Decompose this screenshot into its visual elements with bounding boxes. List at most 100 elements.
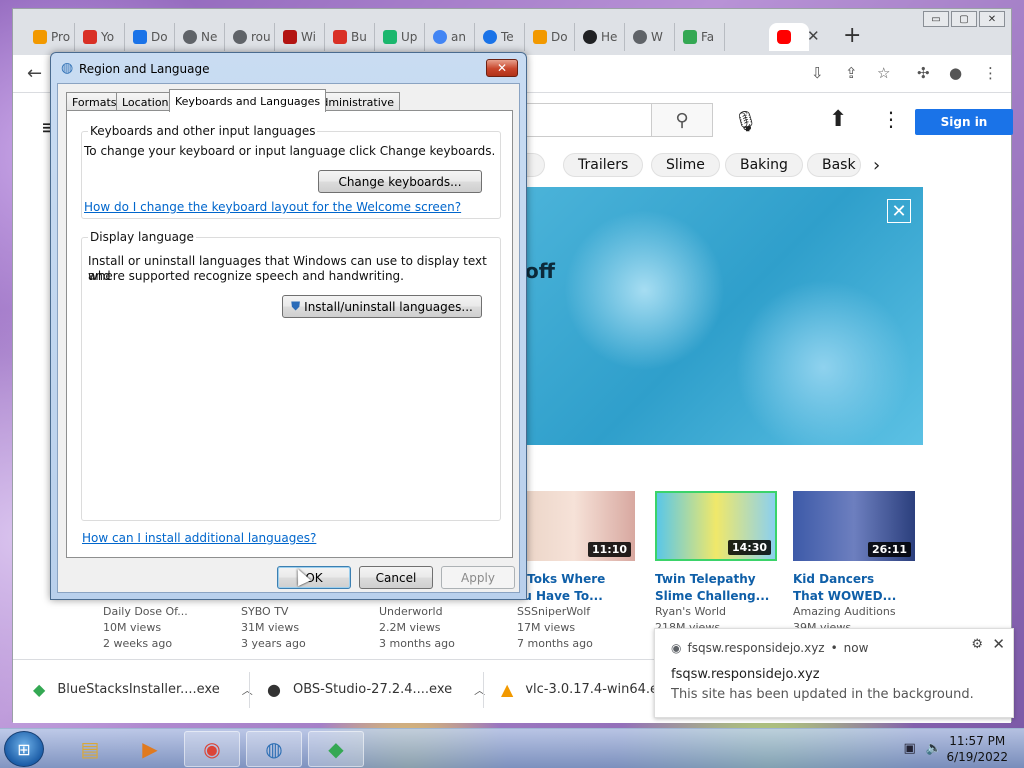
browser-tab[interactable]: He (575, 23, 625, 51)
chevron-up-icon[interactable]: ︿ (242, 682, 253, 698)
close-tab-button[interactable]: ✕ (807, 27, 820, 45)
tab-favicon-icon (33, 30, 47, 44)
taskbar-media-player[interactable]: ▶ (122, 731, 178, 767)
notification-body: This site has been updated in the backgr… (671, 687, 974, 702)
video-thumbnail[interactable]: 14:30 (655, 491, 777, 561)
video-meta: SYBO TV 31M views 3 years ago (241, 605, 306, 650)
dialog-close-button[interactable]: ✕ (486, 59, 518, 77)
tab-keyboards-and-languages[interactable]: Keyboards and Languages (169, 89, 327, 112)
taskbar-chrome[interactable]: ◉ (184, 731, 240, 767)
menu-dots-icon[interactable]: ⋮ (983, 64, 998, 82)
dialog-body: Formats Location Keyboards and Languages… (57, 83, 520, 593)
search-button[interactable]: ⚲ (651, 103, 713, 137)
window-controls: ▭ ▢ ✕ (923, 11, 1005, 27)
tab-favicon-icon (83, 30, 97, 44)
ok-button[interactable]: OK (277, 566, 351, 589)
video-title[interactable]: k Toks Where ou Have To... (515, 571, 645, 605)
share-icon[interactable]: ⇪ (845, 64, 858, 82)
taskbar-clock[interactable]: 11:57 PM 6/19/2022 (946, 733, 1008, 765)
new-tab-button[interactable]: + (843, 23, 861, 48)
notification-source: ◉ fsqsw.responsidejo.xyz • now (671, 641, 869, 655)
tab-favicon-icon (133, 30, 147, 44)
browser-tab[interactable]: Up (375, 23, 425, 51)
install-uninstall-languages-button[interactable]: ⛊ Install/uninstall languages... (282, 295, 482, 318)
start-button[interactable]: ⊞ (4, 731, 44, 767)
welcome-screen-link[interactable]: How do I change the keyboard layout for … (84, 200, 461, 214)
group-legend: Keyboards and other input languages (88, 124, 318, 138)
promo-banner[interactable]: off ✕ (525, 187, 923, 445)
bookmark-star-icon[interactable]: ☆ (877, 64, 890, 82)
browser-tab[interactable]: Yo (75, 23, 125, 51)
more-options-icon[interactable]: ⋮ (881, 107, 901, 131)
browser-tab[interactable]: Te (475, 23, 525, 51)
browser-tab[interactable]: an (425, 23, 475, 51)
tab-favicon-icon (283, 30, 297, 44)
sign-in-button[interactable]: Sign in (915, 109, 1013, 135)
browser-tab[interactable]: Ne (175, 23, 225, 51)
folder-icon: ▤ (80, 737, 100, 761)
chip-baking[interactable]: Baking (725, 153, 803, 177)
vlc-icon: ▲ (501, 680, 514, 699)
browser-tab[interactable]: Wi (275, 23, 325, 51)
extensions-icon[interactable]: ✣ (917, 64, 930, 82)
back-arrow-icon[interactable]: ← (27, 63, 42, 84)
download-item[interactable]: ● OBS-Studio-27.2.4....exe ︿ (267, 680, 485, 699)
chevron-right-icon[interactable]: › (873, 155, 880, 176)
chip-basketball[interactable]: Bask (807, 153, 861, 177)
change-keyboards-button[interactable]: Change keyboards... (318, 170, 482, 193)
tab-location[interactable]: Location (116, 92, 175, 111)
video-title[interactable]: Kid Dancers That WOWED... (793, 571, 923, 605)
chip-trailers[interactable]: Trailers (563, 153, 644, 177)
taskbar: ⊞ ▤ ▶ ◉ ◍ ◆ ▣ 🔈 11:57 PM 6/19/2022 (0, 728, 1024, 768)
network-icon[interactable]: ▣ (904, 741, 916, 756)
close-icon[interactable]: ✕ (992, 635, 1005, 653)
bluestacks-icon: ◆ (328, 737, 344, 761)
video-meta: SSSniperWolf 17M views 7 months ago (517, 605, 593, 650)
chip-slime[interactable]: Slime (651, 153, 720, 177)
globe-icon: ◍ (265, 737, 283, 761)
globe-icon: ◍ (61, 60, 74, 76)
install-additional-languages-link[interactable]: How can I install additional languages? (82, 531, 316, 545)
download-item[interactable]: ◆ BlueStacksInstaller....exe ︿ (33, 680, 253, 699)
microphone-icon[interactable]: 🎙 (733, 109, 758, 133)
download-item[interactable]: ▲ vlc-3.0.17.4-win64.exe (501, 680, 673, 699)
video-thumbnail[interactable]: 26:11 (793, 491, 915, 561)
upload-icon[interactable]: ⬆ (829, 107, 847, 132)
browser-tab[interactable]: Do (525, 23, 575, 51)
close-window-button[interactable]: ✕ (979, 11, 1005, 27)
video-meta: Underworld 2.2M views 3 months ago (379, 605, 455, 650)
site-notification[interactable]: ◉ fsqsw.responsidejo.xyz • now ⚙ ✕ fsqsw… (654, 628, 1014, 718)
browser-tab[interactable]: rou (225, 23, 275, 51)
taskbar-explorer[interactable]: ▤ (62, 731, 118, 767)
minimize-button[interactable]: ▭ (923, 11, 949, 27)
cancel-button[interactable]: Cancel (359, 566, 433, 589)
chrome-icon: ◉ (671, 641, 682, 655)
video-title[interactable]: Twin Telepathy Slime Challeng... (655, 571, 785, 605)
tab-panel: Keyboards and other input languages To c… (66, 110, 513, 558)
tab-favicon-icon (233, 30, 247, 44)
apply-button[interactable]: Apply (441, 566, 515, 589)
taskbar-bluestacks[interactable]: ◆ (308, 731, 364, 767)
maximize-button[interactable]: ▢ (951, 11, 977, 27)
taskbar-region-language[interactable]: ◍ (246, 731, 302, 767)
chip-partial[interactable] (525, 153, 545, 177)
tab-favicon-icon (583, 30, 597, 44)
tab-favicon-icon (633, 30, 647, 44)
install-icon[interactable]: ⇩ (811, 64, 824, 82)
browser-tab[interactable]: Bu (325, 23, 375, 51)
browser-tab[interactable]: Fa (675, 23, 725, 51)
browser-tab[interactable]: Pro (25, 23, 75, 51)
volume-icon[interactable]: 🔈 (926, 741, 942, 756)
browser-tab-active[interactable] (769, 23, 809, 51)
browser-tab[interactable]: Do (125, 23, 175, 51)
profile-icon[interactable]: ● (949, 64, 962, 82)
tab-formats[interactable]: Formats (66, 92, 123, 111)
browser-tab[interactable]: W (625, 23, 675, 51)
banner-close-button[interactable]: ✕ (887, 199, 911, 223)
tab-favicon-icon (533, 30, 547, 44)
video-duration: 14:30 (727, 540, 771, 555)
tab-favicon-icon (433, 30, 447, 44)
gear-icon[interactable]: ⚙ (971, 637, 983, 652)
notification-title: fsqsw.responsidejo.xyz (671, 667, 820, 682)
video-thumbnail[interactable]: 11:10 (513, 491, 635, 561)
